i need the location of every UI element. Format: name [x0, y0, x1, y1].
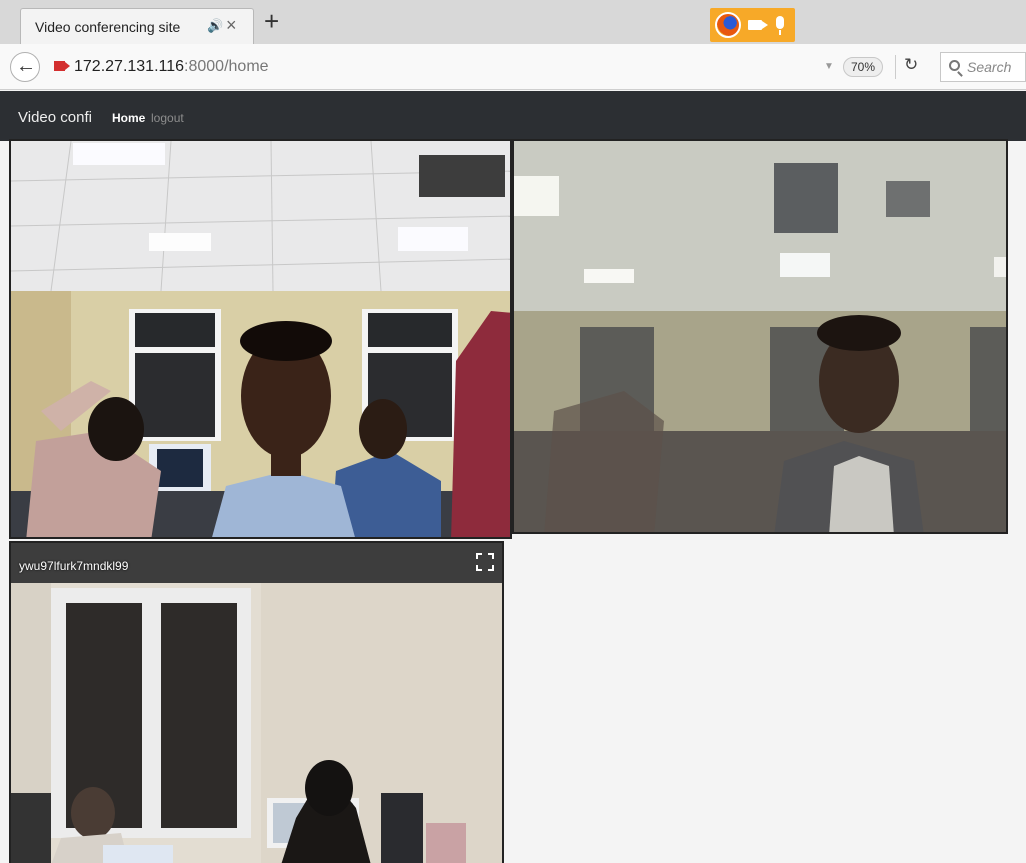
url-bar[interactable]: 172.27.131.116:8000/home	[74, 58, 269, 76]
site-brand[interactable]: Video confi	[18, 109, 92, 126]
toolbar-divider	[895, 55, 896, 79]
video-tile-3[interactable]: ywu97lfurk7mndkl99	[9, 541, 504, 863]
plus-icon[interactable]: +	[264, 8, 279, 34]
reload-icon[interactable]: ↻	[904, 55, 918, 75]
nav-home-link[interactable]: Home	[112, 111, 145, 125]
video-feed-2	[514, 141, 1006, 532]
video-tile-2[interactable]	[512, 139, 1008, 534]
url-host: 172.27.131.116	[74, 58, 185, 75]
camera-icon	[748, 20, 762, 30]
video-tile-1[interactable]	[9, 139, 512, 539]
tab-video-conferencing[interactable]: Video conferencing site 🔊 ×	[20, 8, 254, 44]
search-box[interactable]	[940, 52, 1026, 82]
peer-label: ywu97lfurk7mndkl99	[19, 559, 129, 573]
video-feed-1	[11, 141, 510, 537]
search-input[interactable]	[967, 57, 1026, 77]
search-icon	[949, 60, 960, 71]
back-arrow-icon[interactable]	[10, 52, 40, 82]
microphone-icon	[776, 16, 784, 35]
tab-strip: Video conferencing site 🔊 × +	[0, 0, 1026, 44]
speaker-icon[interactable]: 🔊	[207, 18, 223, 34]
zoom-level[interactable]: 70%	[843, 57, 883, 77]
nav-logout-link[interactable]: logout	[151, 111, 184, 125]
close-icon[interactable]: ×	[226, 15, 237, 36]
navigation-bar: 172.27.131.116:8000/home ▼ 70% ↻	[0, 44, 1026, 90]
firefox-icon	[715, 12, 741, 38]
site-navbar: Video confi Home logout	[0, 91, 1026, 141]
video-feed-3	[11, 543, 502, 863]
tab-title: Video conferencing site	[35, 19, 181, 35]
sharing-indicator[interactable]	[710, 8, 795, 42]
url-path: :8000/home	[184, 58, 269, 75]
chevron-down-icon[interactable]: ▼	[824, 61, 834, 72]
fullscreen-icon[interactable]	[476, 553, 494, 571]
camera-icon[interactable]	[54, 61, 65, 71]
